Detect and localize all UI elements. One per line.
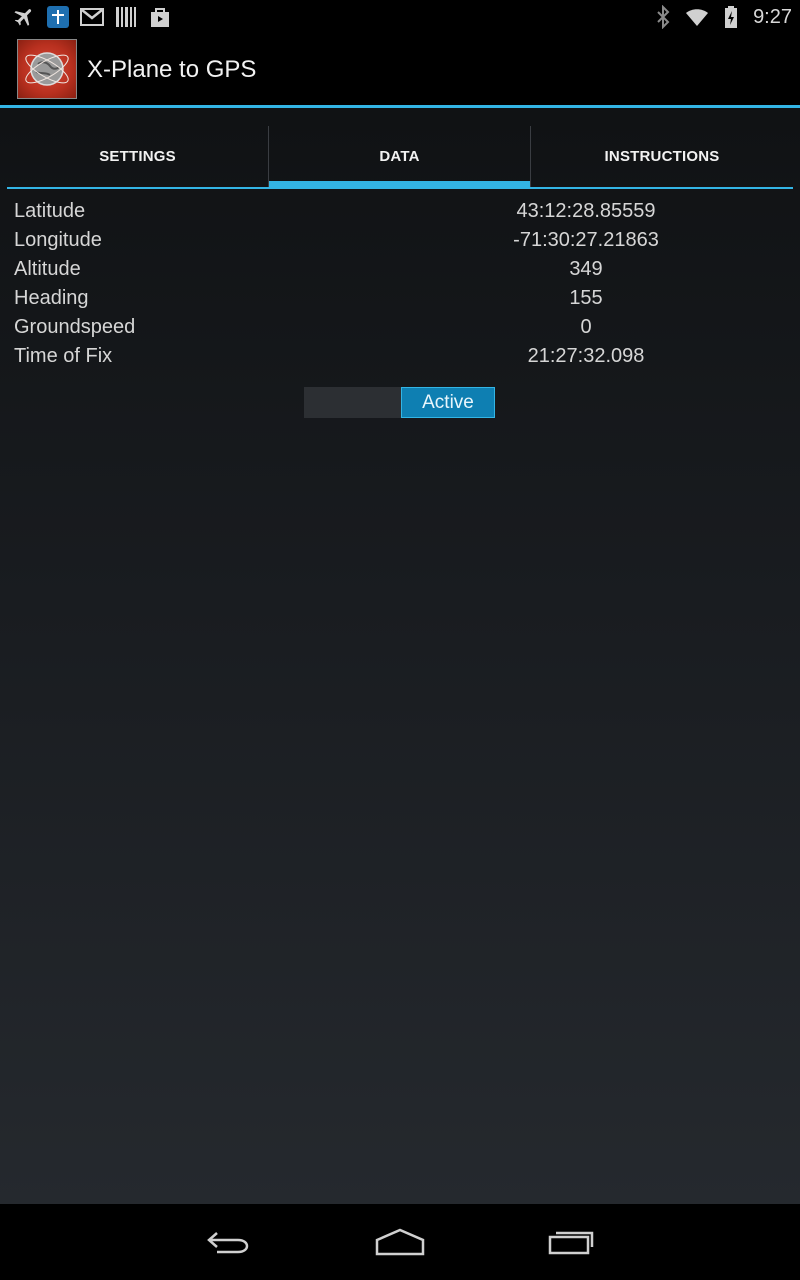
data-value: 21:27:32.098	[527, 345, 645, 367]
screen: 9:27 X-Plane to GPS SETTINGS DATA INSTRU…	[0, 0, 800, 1280]
gps-data-list: Latitude 43:12:28.85559 Longitude -71:30…	[14, 200, 794, 374]
tab-settings[interactable]: SETTINGS	[7, 126, 268, 187]
data-row-time-of-fix: Time of Fix 21:27:32.098	[14, 345, 794, 374]
battery-charging-icon	[725, 6, 738, 28]
airplane-icon	[14, 9, 32, 26]
globe-icon	[25, 52, 69, 86]
data-label: Altitude	[14, 258, 81, 280]
data-value: 0	[580, 316, 592, 338]
wifi-icon	[686, 9, 709, 26]
tab-bar: SETTINGS DATA INSTRUCTIONS	[7, 126, 793, 189]
data-row-latitude: Latitude 43:12:28.85559	[14, 200, 794, 229]
toggle-thumb: Active	[401, 387, 495, 418]
recents-icon	[548, 1231, 594, 1255]
app-notification-icon	[47, 6, 69, 28]
back-button[interactable]	[199, 1224, 259, 1260]
home-button[interactable]	[370, 1224, 430, 1260]
notification-icons	[12, 5, 172, 29]
back-icon	[207, 1232, 249, 1254]
data-row-longitude: Longitude -71:30:27.21863	[14, 229, 794, 258]
data-value: 349	[569, 258, 603, 280]
data-label: Time of Fix	[14, 345, 113, 367]
main-content: SETTINGS DATA INSTRUCTIONS Latitude 43:1…	[0, 108, 800, 1204]
clock: 9:27	[753, 6, 792, 28]
data-value: -71:30:27.21863	[513, 229, 659, 251]
tab-instructions[interactable]: INSTRUCTIONS	[531, 126, 793, 187]
app-logo-icon[interactable]	[17, 39, 77, 99]
data-row-heading: Heading 155	[14, 287, 794, 316]
data-row-altitude: Altitude 349	[14, 258, 794, 287]
system-icons: 9:27	[651, 4, 792, 30]
shopping-bag-icon	[151, 8, 169, 27]
home-icon	[375, 1228, 425, 1256]
data-value: 155	[569, 287, 603, 309]
bluetooth-icon	[657, 5, 670, 29]
data-value: 43:12:28.85559	[516, 200, 656, 222]
data-label: Longitude	[14, 229, 102, 251]
recents-button[interactable]	[541, 1224, 601, 1260]
data-label: Heading	[14, 287, 89, 309]
barcode-icon	[116, 7, 136, 27]
data-label: Groundspeed	[14, 316, 136, 338]
tab-data[interactable]: DATA	[269, 126, 530, 187]
gmail-icon	[80, 8, 104, 26]
data-row-groundspeed: Groundspeed 0	[14, 316, 794, 345]
action-bar: X-Plane to GPS	[0, 33, 800, 105]
data-label: Latitude	[14, 200, 86, 222]
active-toggle-switch[interactable]: Active	[304, 387, 495, 418]
status-bar: 9:27	[0, 0, 800, 33]
navigation-bar	[0, 1204, 800, 1280]
app-title: X-Plane to GPS	[87, 56, 257, 83]
selected-tab-indicator	[269, 181, 530, 188]
